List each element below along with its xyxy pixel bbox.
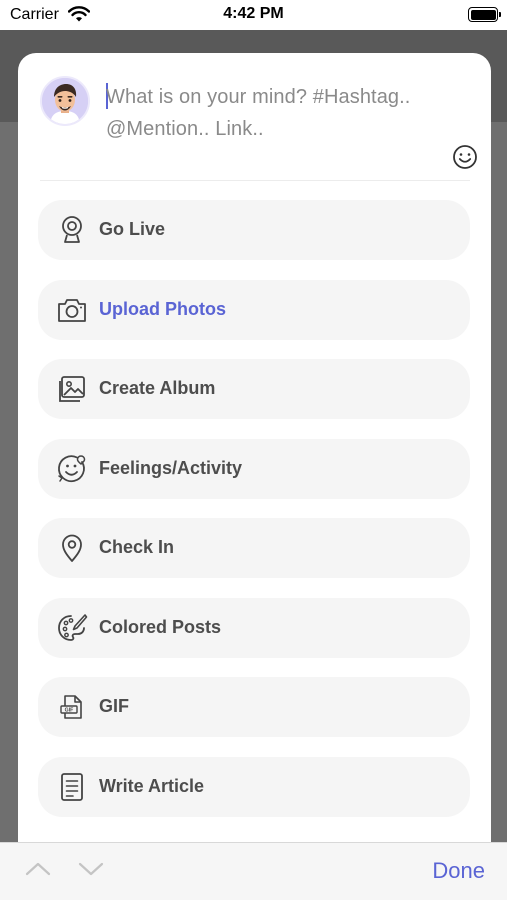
create-album-label: Create Album bbox=[99, 378, 216, 398]
memoji-avatar-icon bbox=[42, 78, 88, 124]
gif-button[interactable]: GIF GIF bbox=[38, 677, 470, 737]
create-album-button[interactable]: Create Album bbox=[38, 359, 470, 419]
document-icon bbox=[61, 773, 83, 801]
avatar bbox=[40, 76, 90, 126]
feelings-activity-button[interactable]: Feelings/Activity bbox=[38, 439, 470, 499]
go-live-button[interactable]: Go Live bbox=[38, 200, 470, 260]
battery-icon bbox=[468, 7, 501, 22]
image-gallery-icon bbox=[59, 376, 85, 402]
write-article-label: Write Article bbox=[99, 776, 205, 796]
create-post-sheet: What is on your mind? #Hashtag.. @Mentio… bbox=[18, 53, 491, 873]
upload-photos-label: Upload Photos bbox=[99, 299, 226, 319]
post-text-input[interactable]: What is on your mind? #Hashtag.. @Mentio… bbox=[106, 81, 478, 145]
colored-posts-button[interactable]: Colored Posts bbox=[38, 598, 470, 658]
gif-file-icon: GIF bbox=[60, 695, 82, 719]
chevron-down-icon[interactable] bbox=[77, 859, 105, 879]
done-button[interactable]: Done bbox=[432, 858, 485, 884]
location-pin-icon bbox=[62, 534, 82, 562]
webcam-icon bbox=[62, 216, 82, 243]
keyboard-accessory-toolbar: Done bbox=[0, 842, 507, 900]
upload-photos-button[interactable]: Upload Photos bbox=[38, 280, 470, 340]
svg-text:GIF: GIF bbox=[65, 708, 74, 714]
placeholder-line-1: What is on your mind? #Hashtag.. bbox=[106, 86, 411, 108]
palette-icon bbox=[58, 614, 88, 641]
divider bbox=[40, 180, 470, 181]
colored-posts-label: Colored Posts bbox=[99, 617, 222, 637]
chevron-up-icon[interactable] bbox=[24, 859, 52, 879]
check-in-label: Check In bbox=[99, 537, 175, 557]
clock: 4:42 PM bbox=[223, 5, 284, 22]
check-in-button[interactable]: Check In bbox=[38, 518, 470, 578]
gif-label: GIF bbox=[99, 696, 129, 716]
go-live-label: Go Live bbox=[99, 219, 166, 239]
smiley-icon bbox=[58, 455, 86, 483]
status-bar: Carrier 4:42 PM bbox=[0, 0, 507, 30]
emoji-picker-icon[interactable] bbox=[452, 144, 478, 170]
write-article-button[interactable]: Write Article bbox=[38, 757, 470, 817]
camera-icon bbox=[58, 299, 86, 322]
feelings-activity-label: Feelings/Activity bbox=[99, 458, 243, 478]
placeholder-line-2: @Mention.. Link.. bbox=[106, 118, 264, 140]
